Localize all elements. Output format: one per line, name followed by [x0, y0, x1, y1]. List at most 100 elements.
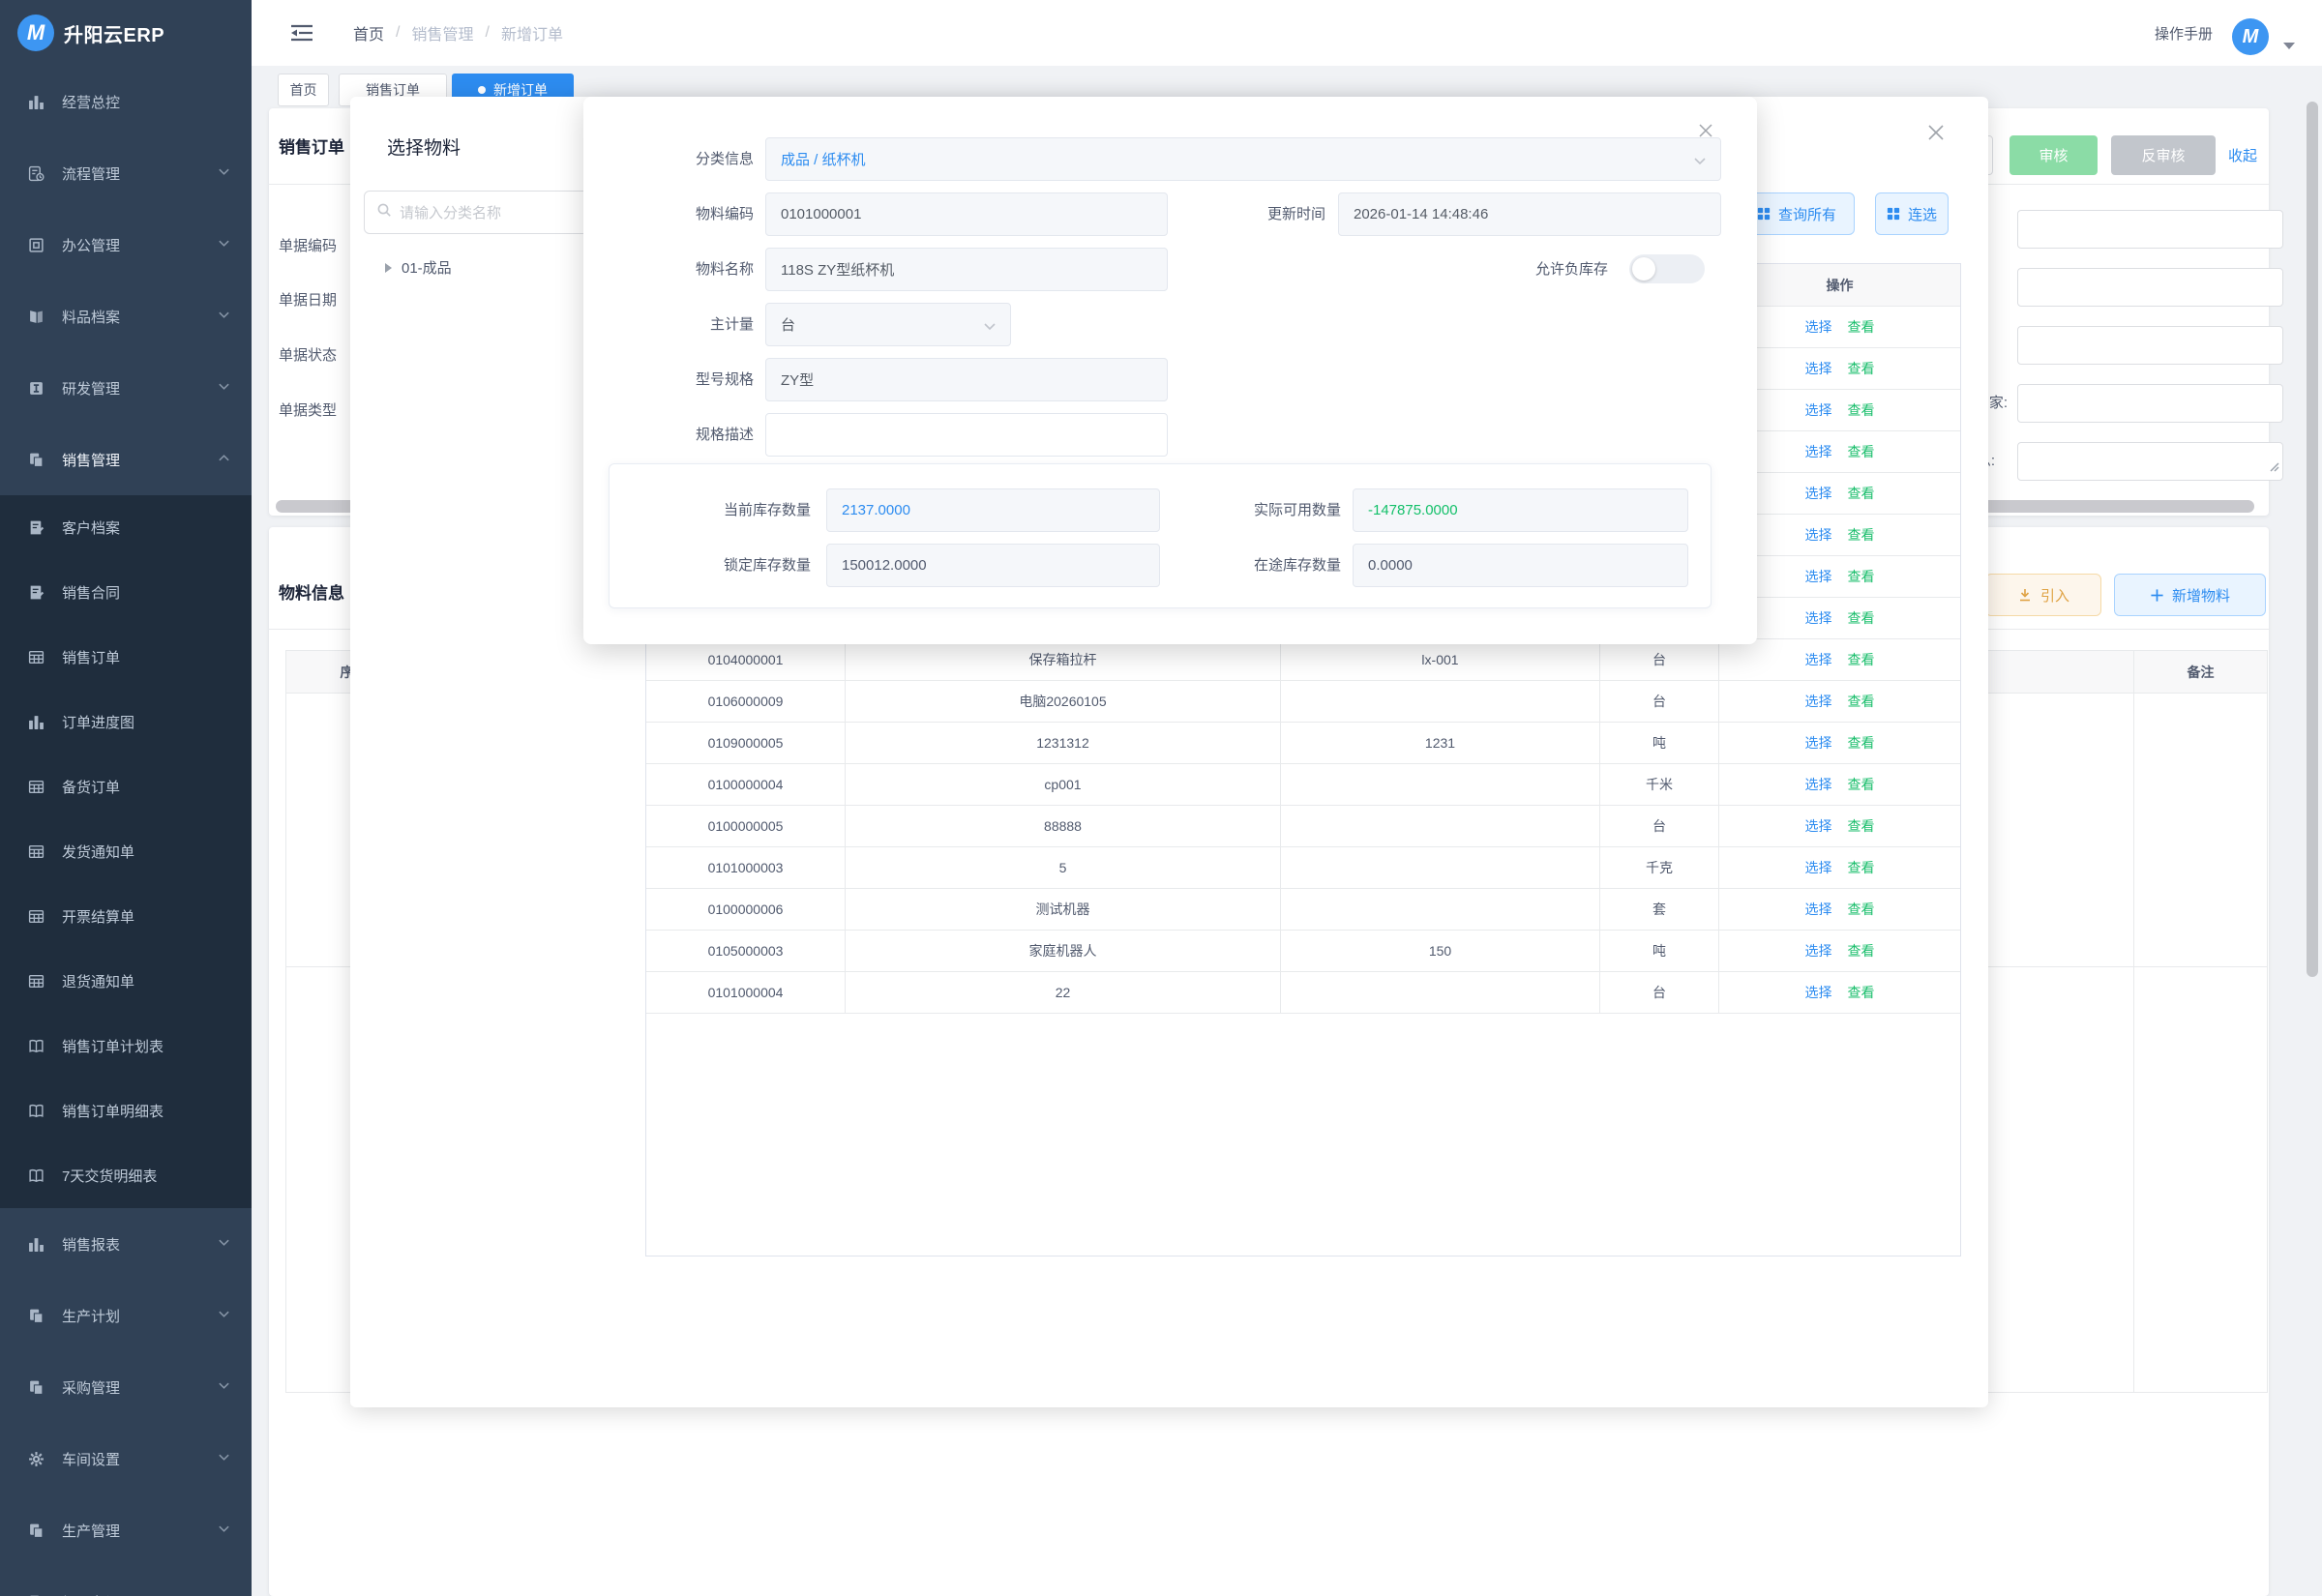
tab-0[interactable]: 首页	[278, 74, 329, 106]
breadcrumb-item[interactable]: 首页	[353, 21, 384, 44]
sidebar-item[interactable]: 客户档案	[0, 495, 252, 560]
sidebar-item[interactable]: 订单进度图	[0, 690, 252, 754]
select-link[interactable]: 选择	[1805, 359, 1832, 378]
tree-node-finished-goods[interactable]: 01-成品	[385, 257, 452, 278]
sidebar-item[interactable]: 退货通知单	[0, 949, 252, 1014]
view-link[interactable]: 查看	[1848, 525, 1875, 545]
sidebar-item[interactable]: 经营总控	[0, 66, 252, 137]
view-link[interactable]: 查看	[1848, 400, 1875, 420]
view-link[interactable]: 查看	[1848, 484, 1875, 503]
select-link[interactable]: 选择	[1805, 442, 1832, 461]
sidebar-item[interactable]: 车间设置	[0, 1423, 252, 1494]
select-link[interactable]: 选择	[1805, 650, 1832, 669]
sidebar-item[interactable]: 流程管理	[0, 137, 252, 209]
category-select[interactable]: 成品 / 纸杯机	[765, 137, 1721, 181]
breadcrumb-item[interactable]: 销售管理	[411, 21, 473, 44]
negative-stock-toggle[interactable]	[1629, 254, 1705, 283]
materials-icon	[27, 308, 45, 325]
sidebar-item[interactable]: 料品档案	[0, 281, 252, 352]
view-link[interactable]: 查看	[1848, 983, 1875, 1002]
view-link[interactable]: 查看	[1848, 359, 1875, 378]
sidebar-item[interactable]: 加工车间	[0, 1566, 252, 1596]
sidebar-item[interactable]: 销售订单计划表	[0, 1014, 252, 1079]
user-menu-caret-icon[interactable]	[2283, 43, 2295, 49]
select-link[interactable]: 选择	[1805, 692, 1832, 711]
view-link[interactable]: 查看	[1848, 442, 1875, 461]
view-link[interactable]: 查看	[1848, 733, 1875, 753]
view-link[interactable]: 查看	[1848, 816, 1875, 836]
order-textarea[interactable]	[2017, 442, 2283, 481]
sidebar-item[interactable]: 发货通知单	[0, 819, 252, 884]
view-link[interactable]: 查看	[1848, 567, 1875, 586]
close-icon[interactable]	[1925, 122, 1947, 148]
view-link[interactable]: 查看	[1848, 900, 1875, 919]
select-link[interactable]: 选择	[1805, 525, 1832, 545]
unaudit-button[interactable]: 反审核	[2111, 135, 2216, 175]
select-link[interactable]: 选择	[1805, 900, 1832, 919]
sidebar-item[interactable]: 办公管理	[0, 209, 252, 281]
order-field[interactable]	[2017, 210, 2283, 249]
available-stock-field[interactable]: -147875.0000	[1353, 488, 1688, 532]
manual-link[interactable]: 操作手册	[2155, 0, 2213, 66]
sidebar-item[interactable]: 备货订单	[0, 754, 252, 819]
sidebar-item[interactable]: 生产计划	[0, 1280, 252, 1351]
view-link[interactable]: 查看	[1848, 317, 1875, 337]
updated-field[interactable]: 2026-01-14 14:48:46	[1338, 192, 1721, 236]
import-button[interactable]: 引入	[1985, 574, 2101, 616]
select-link[interactable]: 选择	[1805, 941, 1832, 961]
category-label: 分类信息	[589, 137, 754, 181]
view-link[interactable]: 查看	[1848, 775, 1875, 794]
multi-select-button[interactable]: 连选	[1875, 192, 1949, 235]
sidebar-item[interactable]: 销售管理	[0, 424, 252, 495]
sidebar-item[interactable]: 开票结算单	[0, 884, 252, 949]
category-search-input[interactable]: 请输入分类名称	[364, 191, 603, 234]
model-field[interactable]: ZY型	[765, 358, 1168, 401]
select-link[interactable]: 选择	[1805, 775, 1832, 794]
sidebar-item[interactable]: 销售订单	[0, 625, 252, 690]
unit-cell: 千克	[1600, 847, 1719, 888]
select-link[interactable]: 选择	[1805, 983, 1832, 1002]
select-link[interactable]: 选择	[1805, 816, 1832, 836]
transit-stock-field[interactable]: 0.0000	[1353, 544, 1688, 587]
view-link[interactable]: 查看	[1848, 858, 1875, 877]
collapse-menu-icon[interactable]	[290, 23, 313, 47]
sidebar-item[interactable]: 销售合同	[0, 560, 252, 625]
tree-expand-icon[interactable]	[385, 263, 392, 273]
select-link[interactable]: 选择	[1805, 400, 1832, 420]
order-field[interactable]	[2017, 384, 2283, 423]
vertical-scrollbar[interactable]	[2307, 102, 2318, 977]
view-link[interactable]: 查看	[1848, 650, 1875, 669]
sidebar-item[interactable]: 7天交货明细表	[0, 1143, 252, 1208]
sidebar-item[interactable]: 销售订单明细表	[0, 1079, 252, 1143]
spec-cell: 150	[1281, 931, 1600, 971]
current-stock-field[interactable]: 2137.0000	[826, 488, 1160, 532]
avatar[interactable]: M	[2232, 18, 2269, 55]
sidebar-item[interactable]: 生产管理	[0, 1494, 252, 1566]
gear-icon	[27, 1450, 45, 1467]
audit-button[interactable]: 审核	[2009, 135, 2098, 175]
sidebar-item[interactable]: 销售报表	[0, 1208, 252, 1280]
select-link[interactable]: 选择	[1805, 484, 1832, 503]
select-link[interactable]: 选择	[1805, 317, 1832, 337]
order-field[interactable]	[2017, 268, 2283, 307]
sidebar-item[interactable]: 采购管理	[0, 1351, 252, 1423]
select-link[interactable]: 选择	[1805, 733, 1832, 753]
select-link[interactable]: 选择	[1805, 858, 1832, 877]
view-link[interactable]: 查看	[1848, 941, 1875, 961]
name-field[interactable]: 118S ZY型纸杯机	[765, 248, 1168, 291]
breadcrumb-item[interactable]: 新增订单	[501, 21, 563, 44]
textarea-resize-icon[interactable]	[2268, 459, 2279, 477]
view-link[interactable]: 查看	[1848, 608, 1875, 628]
view-link[interactable]: 查看	[1848, 692, 1875, 711]
unit-select[interactable]: 台	[765, 303, 1011, 346]
sidebar-item[interactable]: 研发管理	[0, 352, 252, 424]
locked-stock-field[interactable]: 150012.0000	[826, 544, 1160, 587]
code-field[interactable]: 0101000001	[765, 192, 1168, 236]
remark-cell[interactable]	[2134, 694, 2267, 966]
select-link[interactable]: 选择	[1805, 567, 1832, 586]
collapse-link[interactable]: 收起	[2228, 145, 2257, 165]
order-field[interactable]	[2017, 326, 2283, 365]
select-link[interactable]: 选择	[1805, 608, 1832, 628]
add-material-button[interactable]: 新增物料	[2114, 574, 2266, 616]
spec-field[interactable]	[765, 413, 1168, 457]
